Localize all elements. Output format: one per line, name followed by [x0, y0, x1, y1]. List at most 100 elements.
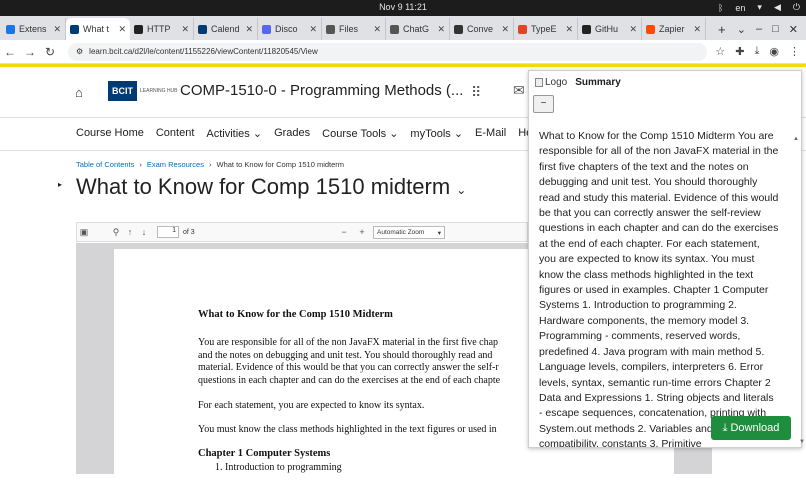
forward-icon[interactable]: →	[20, 45, 40, 59]
mail-icon[interactable]: ✉	[513, 82, 525, 99]
minimize-icon[interactable]: –	[756, 23, 762, 35]
breadcrumb-toc[interactable]: Table of Contents	[76, 160, 134, 169]
browser-tab[interactable]: Extens ✕	[2, 18, 66, 40]
chevron-down-icon[interactable]: ⌄	[456, 183, 466, 197]
browser-tab[interactable]: TypeE ✕	[514, 18, 578, 40]
nav-item[interactable]: myTools ⌄	[410, 127, 463, 140]
next-page-icon[interactable]: ↓	[137, 227, 151, 237]
extensions-icon[interactable]: ✚	[735, 45, 744, 58]
summary-text: What to Know for the Comp 1510 Midterm Y…	[539, 130, 779, 447]
close-tab-icon[interactable]: ✕	[501, 24, 509, 35]
summary-title: Summary	[575, 77, 621, 88]
close-tab-icon[interactable]: ✕	[53, 24, 61, 35]
bluetooth-icon[interactable]: ᛒ	[718, 3, 723, 13]
browser-tab[interactable]: ChatG ✕	[386, 18, 450, 40]
page-title-text: What to Know for Comp 1510 midterm	[76, 174, 451, 199]
tab-search-icon[interactable]: ⌄	[737, 23, 746, 36]
pdf-line: You are responsible for all of the non J…	[198, 337, 499, 348]
close-tab-icon[interactable]: ✕	[437, 24, 445, 35]
zoom-select[interactable]: Automatic Zoom ▾	[373, 225, 445, 239]
tab-title: Conve	[467, 24, 494, 34]
breadcrumb-separator: ›	[139, 160, 142, 169]
browser-tab[interactable]: Files ✕	[322, 18, 386, 40]
scroll-down-icon[interactable]: ▼	[799, 439, 805, 445]
previous-page-icon[interactable]: ↑	[123, 227, 137, 237]
url-text[interactable]: learn.bcit.ca/d2l/le/content/1155226/vie…	[89, 47, 318, 56]
breadcrumb-current: What to Know for Comp 1510 midterm	[216, 160, 345, 169]
zoom-in-icon[interactable]: +	[355, 227, 369, 237]
breadcrumb-exam-resources[interactable]: Exam Resources	[147, 160, 204, 169]
zoom-out-icon[interactable]: −	[337, 227, 351, 237]
search-icon[interactable]: ⚲	[109, 227, 123, 238]
volume-icon[interactable]: ◀	[774, 2, 781, 13]
browser-tab[interactable]: What t ✕	[66, 18, 130, 40]
nav-item[interactable]: Course Tools ⌄	[322, 127, 398, 140]
tab-favicon-icon	[326, 24, 335, 34]
tab-favicon-icon	[454, 24, 463, 34]
nav-item[interactable]: Content	[156, 127, 195, 140]
maximize-icon[interactable]: □	[772, 23, 779, 35]
summary-logo: Logo	[535, 77, 567, 88]
course-title[interactable]: COMP-1510-0 - Programming Methods (...	[180, 82, 463, 99]
breadcrumb-separator: ›	[208, 160, 212, 169]
close-tab-icon[interactable]: ✕	[118, 24, 126, 35]
close-window-icon[interactable]: ✕	[789, 23, 798, 36]
nav-item[interactable]: E-Mail	[475, 127, 506, 140]
new-tab-icon[interactable]: +	[718, 22, 726, 37]
close-tab-icon[interactable]: ✕	[309, 24, 317, 35]
collapse-button[interactable]: −	[533, 95, 554, 113]
browser-tab[interactable]: Zapier ✕	[642, 18, 706, 40]
clock[interactable]: Nov 9 11:21	[0, 2, 806, 12]
summary-scrollbar[interactable]: ▲ ▼	[793, 127, 805, 445]
pdf-list-item: 1. Introduction to programming	[215, 462, 342, 473]
pdf-line: For each statement, you are expected to …	[198, 400, 425, 411]
tab-title: TypeE	[531, 24, 557, 34]
tab-title: GitHu	[595, 24, 619, 34]
close-tab-icon[interactable]: ✕	[245, 24, 253, 35]
close-tab-icon[interactable]: ✕	[565, 24, 573, 35]
browser-tab[interactable]: HTTP ✕	[130, 18, 194, 40]
browser-tab[interactable]: GitHu ✕	[578, 18, 642, 40]
tab-favicon-icon	[582, 24, 591, 34]
power-icon[interactable]: ⏻	[793, 2, 800, 13]
browser-tab[interactable]: Conve ✕	[450, 18, 514, 40]
os-top-bar: Nov 9 11:21 ᛒ en ▾ ◀ ⏻	[0, 0, 806, 16]
profile-icon[interactable]: ◉	[769, 45, 779, 58]
tab-title: Files	[339, 24, 359, 34]
course-selector-icon[interactable]: ⠿	[471, 84, 481, 101]
tab-title: Zapier	[659, 24, 685, 34]
browser-tab[interactable]: Calend ✕	[194, 18, 258, 40]
reload-icon[interactable]: ↻	[40, 45, 60, 59]
close-tab-icon[interactable]: ✕	[693, 24, 701, 35]
tab-title: Disco	[275, 24, 298, 34]
nav-item[interactable]: Activities ⌄	[206, 127, 262, 140]
close-tab-icon[interactable]: ✕	[373, 24, 381, 35]
url-field[interactable]: ⚙ learn.bcit.ca/d2l/le/content/1155226/v…	[68, 42, 708, 61]
nav-item[interactable]: Course Home	[76, 127, 144, 140]
page-number-input[interactable]: 1	[157, 226, 179, 238]
close-tab-icon[interactable]: ✕	[181, 24, 189, 35]
logo-alt-text: Logo	[545, 77, 568, 88]
bcit-logo[interactable]: BCIT LEARNING HUB	[108, 81, 178, 101]
close-tab-icon[interactable]: ✕	[629, 24, 637, 35]
tab-favicon-icon	[390, 24, 399, 34]
tab-title: What t	[83, 24, 110, 34]
back-icon[interactable]: ←	[0, 45, 20, 59]
wifi-icon[interactable]: ▾	[757, 2, 762, 13]
keyboard-language[interactable]: en	[735, 3, 745, 13]
site-info-icon[interactable]: ⚙	[76, 47, 83, 56]
page-title[interactable]: What to Know for Comp 1510 midterm ⌄	[76, 174, 466, 200]
scroll-up-icon[interactable]: ▲	[793, 136, 799, 142]
browser-tab[interactable]: Disco ✕	[258, 18, 322, 40]
tab-favicon-icon	[518, 24, 527, 34]
tab-favicon-icon	[198, 24, 207, 34]
collapse-sidebar-icon[interactable]: ▸	[58, 180, 68, 220]
pdf-title: What to Know for the Comp 1510 Midterm	[198, 309, 393, 320]
nav-item[interactable]: Grades	[274, 127, 310, 140]
bookmark-star-icon[interactable]: ☆	[715, 45, 725, 58]
sidebar-toggle-icon[interactable]: ▣	[77, 227, 91, 238]
downloads-icon[interactable]: ⤓	[755, 45, 760, 58]
menu-icon[interactable]: ⋮	[789, 45, 800, 58]
download-button[interactable]: ⤓ Download	[711, 416, 791, 440]
home-icon[interactable]: ⌂	[75, 85, 83, 100]
